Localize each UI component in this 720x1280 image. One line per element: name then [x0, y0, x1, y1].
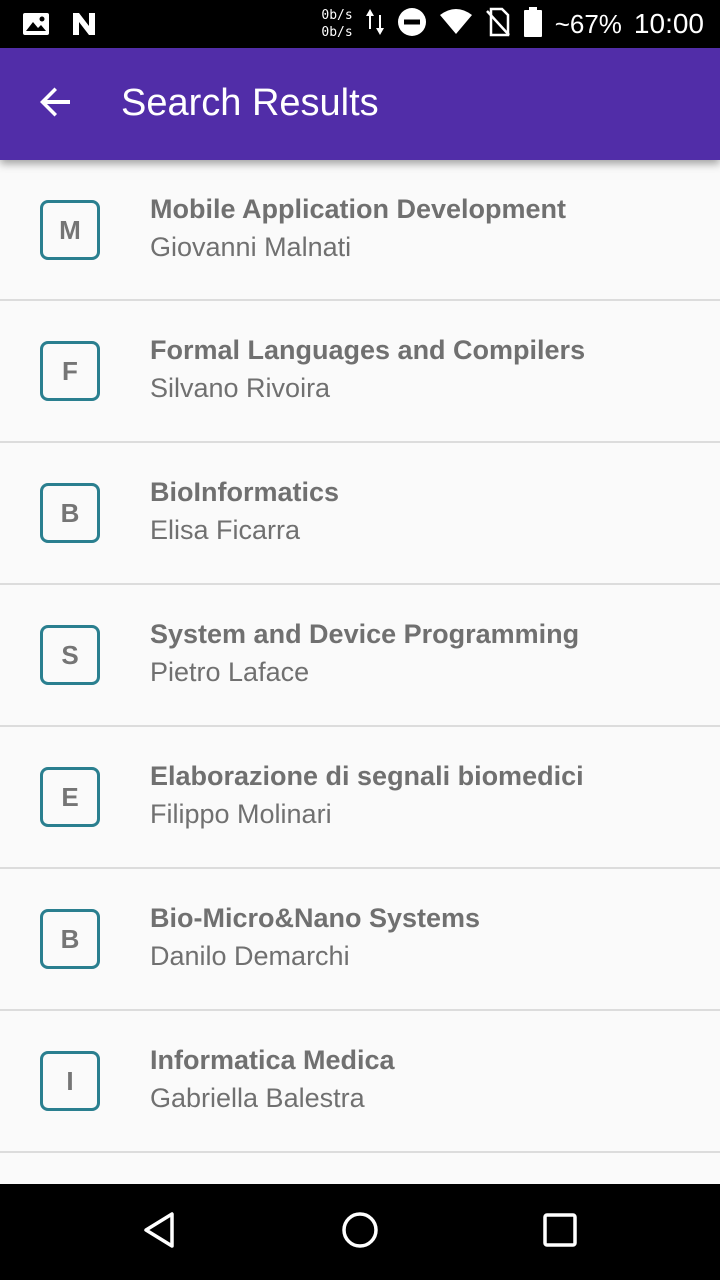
- data-arrows-icon: [365, 7, 385, 42]
- course-teacher: Danilo Demarchi: [150, 941, 350, 971]
- course-teacher: Gabriella Balestra: [150, 1083, 365, 1113]
- back-button[interactable]: [24, 80, 88, 128]
- network-speed: 0b/s 0b/s: [321, 7, 352, 41]
- course-letter-avatar: I: [40, 1051, 100, 1111]
- course-title: Mobile Application Development: [150, 194, 567, 224]
- navigation-bar: [0, 1184, 720, 1280]
- net-down-speed: 0b/s: [321, 25, 353, 40]
- course-letter-avatar: M: [40, 200, 100, 260]
- list-item[interactable]: E Elaborazione di segnali biomedici Fili…: [0, 727, 720, 869]
- image-icon: [22, 10, 50, 43]
- recents-square-icon: [540, 1210, 580, 1255]
- course-letter-avatar: F: [40, 341, 100, 401]
- nav-back-button[interactable]: [132, 1208, 188, 1256]
- course-teacher: Elisa Ficarra: [150, 515, 301, 545]
- course-title: Elaborazione di segnali biomedici: [150, 761, 584, 791]
- course-teacher: Silvano Rivoira: [150, 373, 331, 403]
- list-item[interactable]: M Mobile Application Development Giovann…: [0, 160, 720, 301]
- list-item[interactable]: S System and Device Programming Pietro L…: [0, 585, 720, 727]
- n-app-icon: [70, 10, 98, 43]
- clock: 10:00: [633, 8, 704, 39]
- course-letter-avatar: B: [40, 483, 100, 543]
- nav-home-button[interactable]: [332, 1208, 388, 1256]
- course-teacher: Pietro Laface: [150, 657, 310, 687]
- search-results-list[interactable]: M Mobile Application Development Giovann…: [0, 160, 720, 1184]
- list-item[interactable]: F Formal Languages and Compilers Silvano…: [0, 301, 720, 443]
- course-title: System and Device Programming: [150, 619, 580, 649]
- net-up-speed: 0b/s: [321, 8, 353, 23]
- list-item[interactable]: B BioInformatics Elisa Ficarra: [0, 443, 720, 585]
- course-letter-avatar: E: [40, 767, 100, 827]
- battery-percentage: ~67%: [554, 8, 622, 39]
- battery-icon: [523, 6, 543, 43]
- course-title: BioInformatics: [150, 477, 340, 507]
- status-bar: 0b/s 0b/s ~67% 10:00: [0, 0, 720, 48]
- course-teacher: Filippo Molinari: [150, 799, 332, 829]
- arrow-back-icon: [38, 84, 74, 125]
- course-letter-avatar: B: [40, 909, 100, 969]
- no-sim-icon: [485, 7, 511, 42]
- course-title: Formal Languages and Compilers: [150, 335, 586, 365]
- list-item[interactable]: B Bio-Micro&Nano Systems Danilo Demarchi: [0, 869, 720, 1011]
- back-triangle-icon: [140, 1210, 180, 1255]
- do-not-disturb-icon: [397, 7, 427, 42]
- page-title: Search Results: [121, 82, 379, 124]
- wifi-icon: [439, 8, 473, 41]
- home-circle-icon: [340, 1210, 380, 1255]
- course-title: Bio-Micro&Nano Systems: [150, 903, 481, 933]
- course-letter-avatar: S: [40, 625, 100, 685]
- app-bar: Search Results: [0, 48, 720, 160]
- nav-recents-button[interactable]: [532, 1208, 588, 1256]
- list-item[interactable]: I Informatica Medica Gabriella Balestra: [0, 1011, 720, 1153]
- course-teacher: Giovanni Malnati: [150, 232, 352, 262]
- course-title: Informatica Medica: [150, 1045, 395, 1075]
